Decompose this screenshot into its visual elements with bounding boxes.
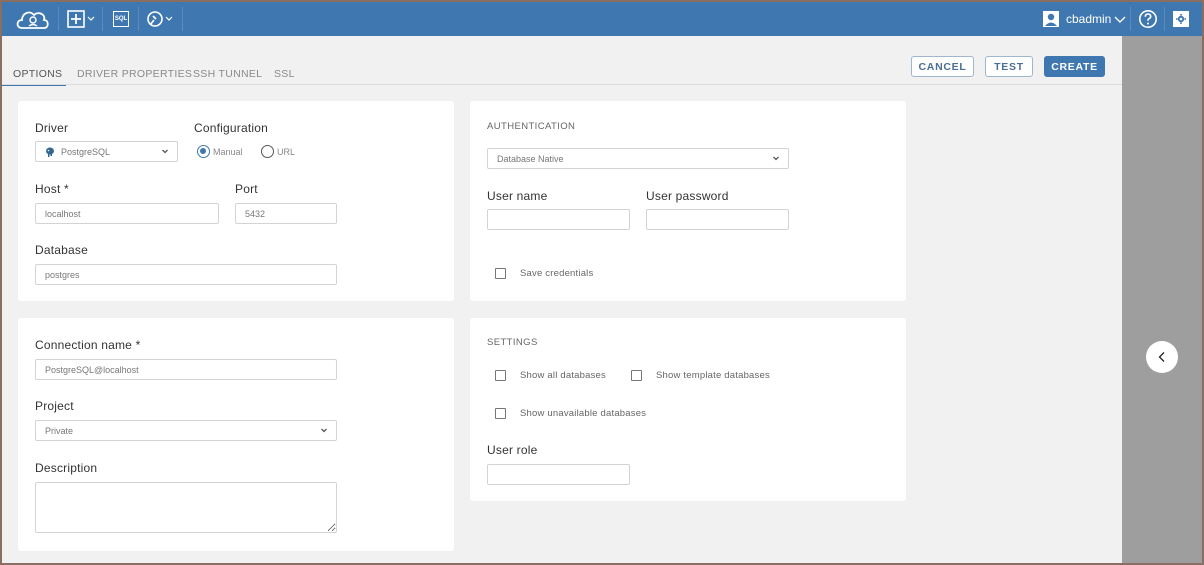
chevron-down-icon xyxy=(773,156,779,161)
user-name: cbadmin xyxy=(1066,12,1112,26)
app-window: SQL cbadmin OPTIONS DRIVER PROPERTIES SS… xyxy=(2,2,1202,563)
user-role-input[interactable] xyxy=(487,464,630,485)
new-connection-button[interactable] xyxy=(64,2,100,36)
port-input[interactable]: 5432 xyxy=(235,203,337,224)
cancel-button[interactable]: CANCEL xyxy=(911,56,974,77)
connection-name-label: Connection name * xyxy=(35,338,141,352)
host-input[interactable]: localhost xyxy=(35,203,219,224)
show-all-databases-label: Show all databases xyxy=(520,370,606,381)
tab-ssl[interactable]: SSL xyxy=(274,68,295,80)
project-select[interactable]: Private xyxy=(35,420,337,441)
settings-title: SETTINGS xyxy=(487,337,538,348)
user-name-input[interactable] xyxy=(487,209,630,230)
port-label: Port xyxy=(235,182,258,196)
auth-method-value: Database Native xyxy=(497,153,564,164)
show-all-databases-checkbox[interactable]: Show all databases xyxy=(495,370,606,381)
chevron-down-icon xyxy=(162,149,168,154)
top-bar: SQL cbadmin xyxy=(2,2,1202,36)
database-input[interactable]: postgres xyxy=(35,264,337,285)
config-manual-radio[interactable]: Manual xyxy=(197,145,243,158)
user-avatar-icon xyxy=(1043,11,1059,27)
side-panel xyxy=(1122,36,1202,563)
driver-label: Driver xyxy=(35,121,69,135)
show-unavailable-databases-checkbox[interactable]: Show unavailable databases xyxy=(495,408,646,419)
tab-driver-properties[interactable]: DRIVER PROPERTIES xyxy=(77,68,192,80)
cloudbeaver-logo-icon[interactable] xyxy=(12,2,52,36)
driver-select[interactable]: PostgreSQL xyxy=(35,141,178,162)
user-name-label: User name xyxy=(487,189,548,203)
divider xyxy=(138,7,139,31)
checkbox-unchecked-icon xyxy=(495,408,506,419)
sql-icon: SQL xyxy=(113,11,129,27)
tab-ssh-tunnel[interactable]: SSH TUNNEL xyxy=(193,68,262,80)
chevron-left-icon xyxy=(1158,352,1165,362)
tab-options[interactable]: OPTIONS xyxy=(13,68,62,80)
divider xyxy=(1130,7,1131,31)
radio-label: Manual xyxy=(213,146,243,157)
user-password-label: User password xyxy=(646,189,729,203)
chevron-down-icon xyxy=(321,428,327,433)
postgresql-icon xyxy=(46,147,54,157)
show-unavailable-databases-label: Show unavailable databases xyxy=(520,408,647,419)
tools-menu-button[interactable] xyxy=(142,2,178,36)
user-password-input[interactable] xyxy=(646,209,789,230)
divider xyxy=(102,7,103,31)
configuration-label: Configuration xyxy=(194,121,268,135)
divider xyxy=(182,7,183,31)
host-label: Host * xyxy=(35,182,69,196)
authentication-title: AUTHENTICATION xyxy=(487,121,576,132)
settings-button[interactable] xyxy=(1170,2,1192,36)
sql-editor-button[interactable]: SQL xyxy=(106,2,136,36)
radio-unselected-icon xyxy=(261,145,274,158)
divider xyxy=(2,84,1122,85)
database-label: Database xyxy=(35,243,88,257)
checkbox-unchecked-icon xyxy=(631,370,642,381)
project-label: Project xyxy=(35,399,74,413)
checkbox-unchecked-icon xyxy=(495,268,506,279)
radio-selected-icon xyxy=(197,145,210,158)
general-card: Connection name * PostgreSQL@localhost P… xyxy=(18,318,454,551)
expand-panel-button[interactable] xyxy=(1146,341,1178,373)
radio-label: URL xyxy=(277,146,296,157)
settings-card: SETTINGS Show all databases Show templat… xyxy=(470,318,906,501)
checkbox-unchecked-icon xyxy=(495,370,506,381)
show-template-databases-label: Show template databases xyxy=(656,370,770,381)
create-button[interactable]: CREATE xyxy=(1044,56,1105,77)
divider xyxy=(58,7,59,31)
divider xyxy=(1164,7,1165,31)
driver-value: PostgreSQL xyxy=(61,146,111,157)
connection-card: Driver PostgreSQL Configuration Manual U… xyxy=(18,101,454,301)
auth-method-select[interactable]: Database Native xyxy=(487,148,789,169)
authentication-card: AUTHENTICATION Database Native User name… xyxy=(470,101,906,301)
help-button[interactable] xyxy=(1136,2,1160,36)
description-label: Description xyxy=(35,461,98,475)
user-role-label: User role xyxy=(487,443,538,457)
connection-name-input[interactable]: PostgreSQL@localhost xyxy=(35,359,337,380)
save-credentials-checkbox[interactable]: Save credentials xyxy=(495,268,593,279)
save-credentials-label: Save credentials xyxy=(520,268,594,279)
gear-icon xyxy=(1173,11,1189,27)
description-textarea[interactable] xyxy=(35,482,337,533)
question-circle-icon xyxy=(1139,10,1157,28)
config-url-radio[interactable]: URL xyxy=(261,145,295,158)
test-button[interactable]: TEST xyxy=(985,56,1033,77)
user-menu[interactable]: cbadmin xyxy=(1042,2,1122,36)
chevron-down-icon[interactable] xyxy=(1112,2,1128,36)
show-template-databases-checkbox[interactable]: Show template databases xyxy=(631,370,770,381)
project-value: Private xyxy=(45,425,74,436)
